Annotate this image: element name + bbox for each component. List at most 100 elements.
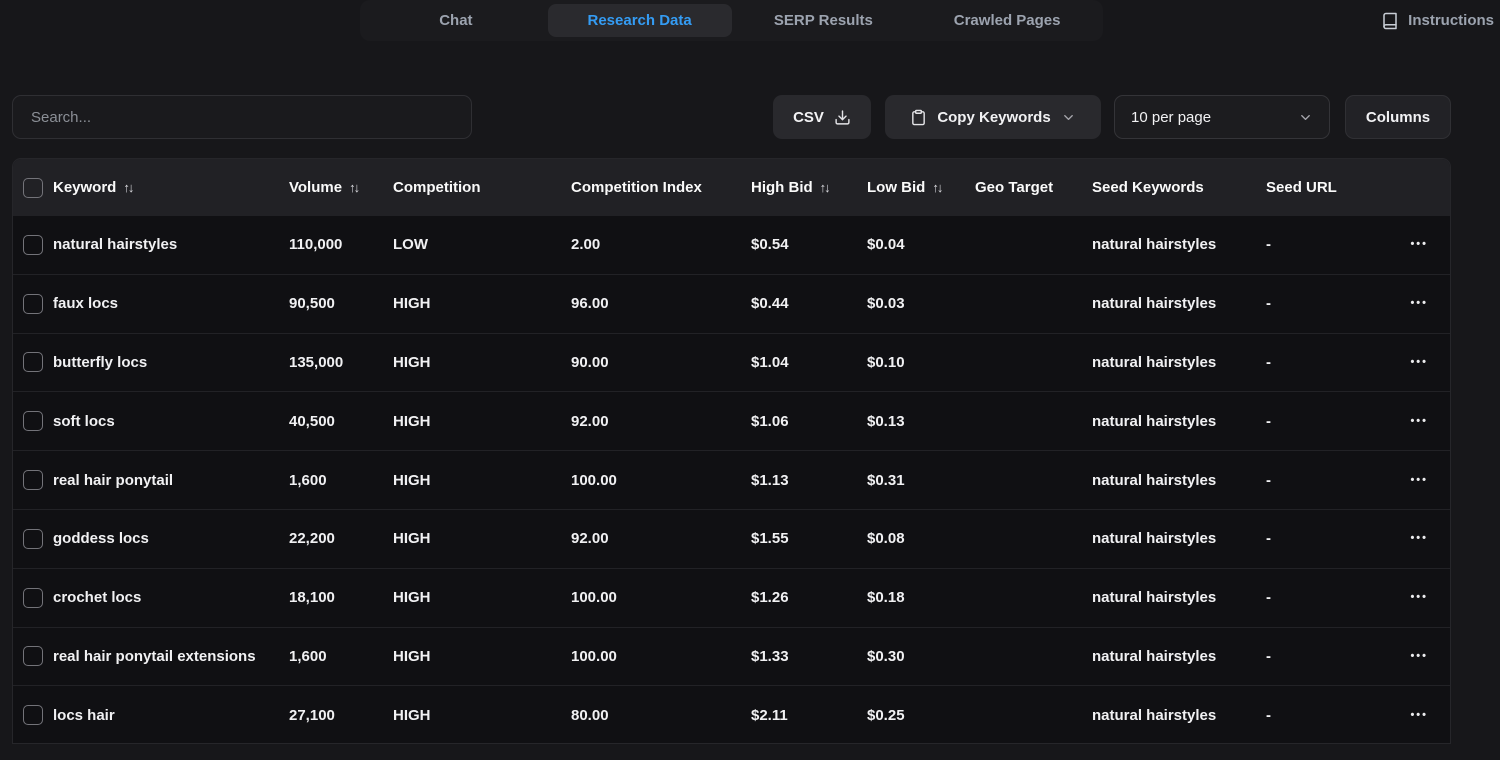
table-header-row: Keyword ↑↓ Volume↑↓ Competition Competiti… [13, 159, 1450, 216]
table-row: soft locs 40,500 HIGH 92.00 $1.06 $0.13 … [13, 392, 1450, 451]
row-actions-cell: ••• [1366, 357, 1450, 368]
cell-low-bid: $0.31 [867, 472, 975, 489]
cell-low-bid: $0.04 [867, 236, 975, 253]
sort-arrows-icon: ↑↓ [820, 180, 829, 195]
cell-seed-url: - [1266, 707, 1366, 724]
cell-seed-keywords: natural hairstyles [1092, 295, 1266, 312]
page-size-select[interactable]: 10 per page [1114, 95, 1330, 139]
instructions-link[interactable]: Instructions [1381, 0, 1498, 41]
row-actions-menu-icon[interactable]: ••• [1410, 298, 1428, 309]
row-actions-cell: ••• [1366, 298, 1450, 309]
row-actions-menu-icon[interactable]: ••• [1410, 416, 1428, 427]
row-checkbox[interactable] [23, 705, 43, 725]
search-input[interactable] [12, 95, 472, 139]
cell-seed-url: - [1266, 530, 1366, 547]
columns-button[interactable]: Columns [1345, 95, 1451, 139]
cell-competition-index: 92.00 [571, 530, 751, 547]
cell-high-bid: $1.33 [751, 648, 867, 665]
row-actions-menu-icon[interactable]: ••• [1410, 475, 1428, 486]
cell-volume: 1,600 [289, 472, 393, 489]
top-tab-bar: Chat Research Data SERP Results Crawled … [360, 0, 1103, 41]
cell-keyword: crochet locs [53, 589, 289, 606]
table-row: goddess locs 22,200 HIGH 92.00 $1.55 $0.… [13, 510, 1450, 569]
cell-competition: HIGH [393, 295, 571, 312]
column-header-label: Competition Index [571, 179, 702, 196]
cell-high-bid: $1.06 [751, 413, 867, 430]
row-checkbox[interactable] [23, 235, 43, 255]
copy-keywords-button[interactable]: Copy Keywords [885, 95, 1101, 139]
row-checkbox[interactable] [23, 352, 43, 372]
tab-research-data[interactable]: Research Data [548, 4, 732, 37]
cell-low-bid: $0.13 [867, 413, 975, 430]
row-checkbox[interactable] [23, 529, 43, 549]
cell-high-bid: $0.44 [751, 295, 867, 312]
cell-volume: 40,500 [289, 413, 393, 430]
row-actions-cell: ••• [1366, 533, 1450, 544]
column-header-seed-keywords: Seed Keywords [1092, 179, 1266, 196]
row-actions-menu-icon[interactable]: ••• [1410, 357, 1428, 368]
cell-volume: 27,100 [289, 707, 393, 724]
row-checkbox[interactable] [23, 646, 43, 666]
cell-seed-url: - [1266, 295, 1366, 312]
cell-keyword: real hair ponytail extensions [53, 648, 289, 665]
row-checkbox[interactable] [23, 470, 43, 490]
cell-seed-url: - [1266, 472, 1366, 489]
cell-high-bid: $1.13 [751, 472, 867, 489]
cell-keyword: soft locs [53, 413, 289, 430]
row-actions-menu-icon[interactable]: ••• [1410, 239, 1428, 250]
column-header-low-bid[interactable]: Low Bid↑↓ [867, 179, 975, 196]
csv-button-label: CSV [793, 109, 824, 126]
cell-volume: 18,100 [289, 589, 393, 606]
cell-seed-keywords: natural hairstyles [1092, 707, 1266, 724]
column-header-volume[interactable]: Volume↑↓ [289, 179, 393, 196]
select-all-checkbox[interactable] [23, 178, 43, 198]
row-select-cell [13, 588, 53, 608]
column-header-label: Seed Keywords [1092, 179, 1204, 196]
cell-low-bid: $0.10 [867, 354, 975, 371]
cell-high-bid: $1.55 [751, 530, 867, 547]
row-select-cell [13, 705, 53, 725]
table-row: real hair ponytail 1,600 HIGH 100.00 $1.… [13, 451, 1450, 510]
row-select-cell [13, 470, 53, 490]
cell-low-bid: $0.08 [867, 530, 975, 547]
cell-seed-url: - [1266, 413, 1366, 430]
row-checkbox[interactable] [23, 294, 43, 314]
row-actions-menu-icon[interactable]: ••• [1410, 651, 1428, 662]
cell-seed-keywords: natural hairstyles [1092, 413, 1266, 430]
cell-high-bid: $2.11 [751, 707, 867, 724]
copy-keywords-label: Copy Keywords [937, 109, 1050, 126]
chevron-down-icon [1298, 110, 1313, 125]
row-actions-menu-icon[interactable]: ••• [1410, 533, 1428, 544]
sort-arrows-icon: ↑↓ [932, 180, 941, 195]
cell-seed-keywords: natural hairstyles [1092, 354, 1266, 371]
row-actions-menu-icon[interactable]: ••• [1410, 592, 1428, 603]
csv-export-button[interactable]: CSV [773, 95, 871, 139]
row-actions-cell: ••• [1366, 416, 1450, 427]
column-header-label: Geo Target [975, 179, 1053, 196]
cell-keyword: faux locs [53, 295, 289, 312]
cell-low-bid: $0.18 [867, 589, 975, 606]
cell-low-bid: $0.03 [867, 295, 975, 312]
cell-volume: 22,200 [289, 530, 393, 547]
row-select-cell [13, 235, 53, 255]
column-header-seed-url: Seed URL [1266, 179, 1366, 196]
row-checkbox[interactable] [23, 411, 43, 431]
cell-keyword: butterfly locs [53, 354, 289, 371]
row-select-cell [13, 352, 53, 372]
sort-arrows-icon: ↑↓ [123, 180, 132, 195]
tab-serp-results[interactable]: SERP Results [732, 4, 916, 37]
column-header-keyword[interactable]: Keyword ↑↓ [53, 179, 289, 196]
cell-low-bid: $0.25 [867, 707, 975, 724]
cell-volume: 110,000 [289, 236, 393, 253]
row-checkbox[interactable] [23, 588, 43, 608]
tab-chat[interactable]: Chat [364, 4, 548, 37]
page-size-selected-label: 10 per page [1131, 109, 1211, 126]
table-body: natural hairstyles 110,000 LOW 2.00 $0.5… [13, 216, 1450, 744]
column-header-label: Keyword [53, 179, 116, 196]
column-header-competition: Competition [393, 179, 571, 196]
row-actions-menu-icon[interactable]: ••• [1410, 710, 1428, 721]
tab-crawled-pages[interactable]: Crawled Pages [915, 4, 1099, 37]
chevron-down-icon [1061, 110, 1076, 125]
column-header-high-bid[interactable]: High Bid↑↓ [751, 179, 867, 196]
row-actions-cell: ••• [1366, 651, 1450, 662]
